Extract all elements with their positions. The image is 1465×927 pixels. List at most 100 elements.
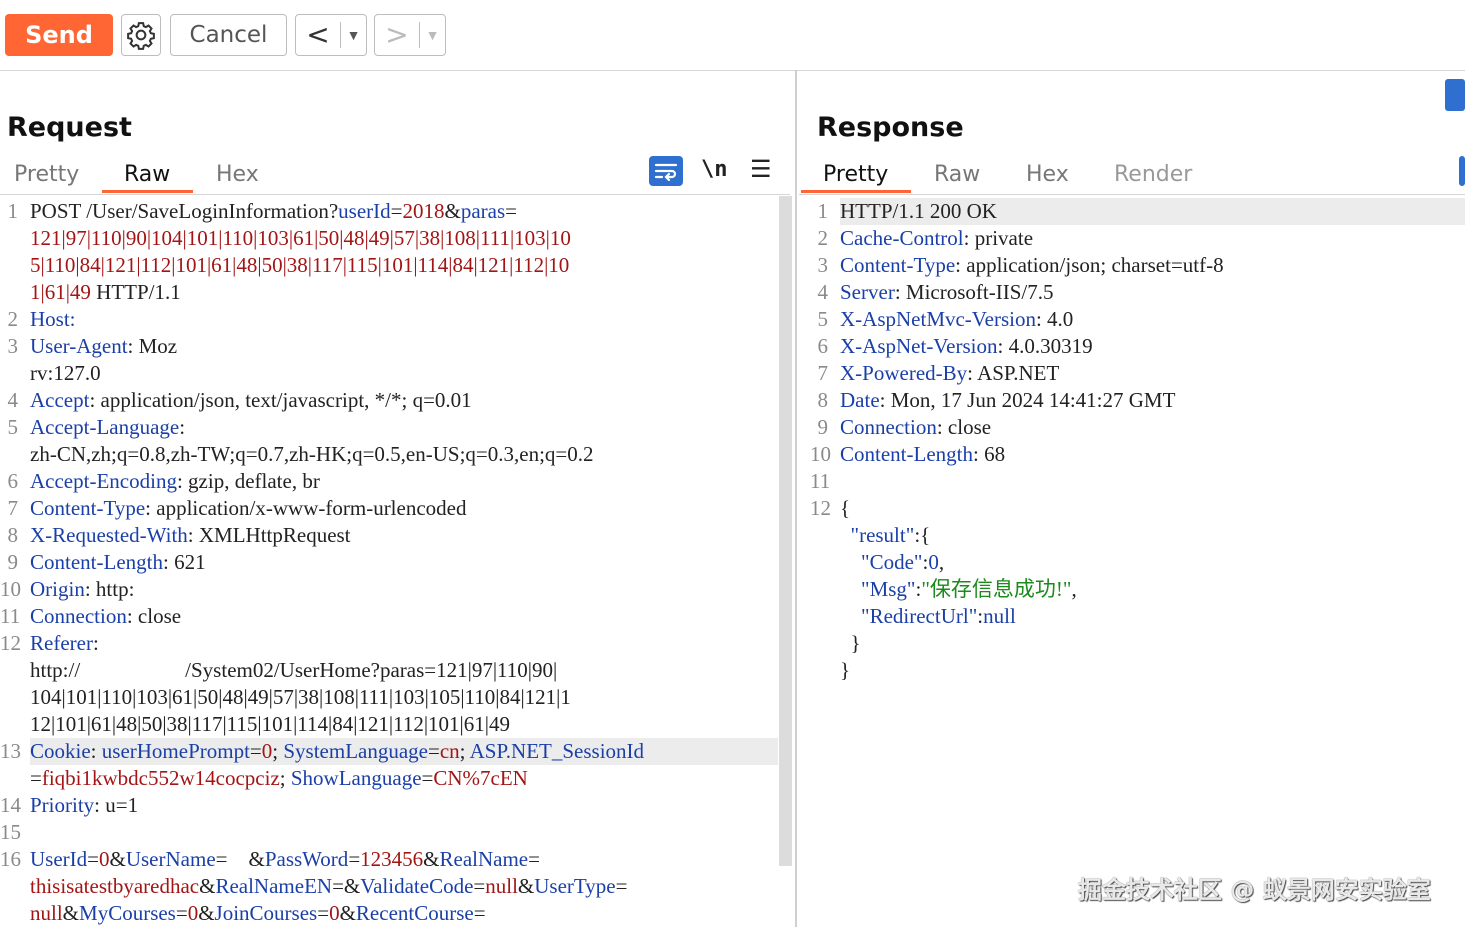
code-line[interactable]: 12|101|61|48|50|38|117|115|101|114|84|12… [30,711,510,738]
line-number: 3 [817,253,829,277]
wrap-lines-button[interactable] [649,156,683,186]
code-line[interactable]: Cache-Control: private [840,225,1033,252]
inspector-toggle-icon[interactable] [1445,79,1465,111]
chevron-left-icon[interactable]: < [296,16,340,54]
code-token: : 68 [972,442,1006,466]
line-number: 6 [817,334,829,358]
code-token: 121|97|110|90|104|101|110|103|61|50|48|4… [30,226,571,250]
send-button[interactable]: Send [5,14,113,56]
response-editor[interactable]: 1 HTTP/1.1 200 OK 2 Cache-Control: private 3… [800,198,1465,927]
back-button[interactable]: < ▼ [295,14,367,56]
code-line[interactable]: "Code":0, [840,549,944,576]
code-line[interactable]: Priority: u=1 [30,792,138,819]
code-token: POST /User/SaveLoginInformation? [30,199,339,223]
code-token: JoinCourses [214,901,318,925]
code-line[interactable]: 104|101|110|103|61|50|48|49|57|38|108|11… [30,684,571,711]
code-token: ASP.NET_SessionId [469,739,645,763]
code-line[interactable]: Server: Microsoft-IIS/7.5 [840,279,1053,306]
code-line[interactable]: X-AspNet-Version: 4.0.30319 [840,333,1093,360]
line-number: 10 [810,442,831,466]
menu-icon[interactable]: ☰ [750,155,772,184]
code-token: 0 [99,847,110,871]
code-line[interactable]: Accept: application/json, text/javascrip… [30,387,472,414]
cancel-button[interactable]: Cancel [170,14,287,56]
code-token: : close [936,415,992,439]
response-options-icon[interactable] [1459,156,1465,186]
line-number: 2 [817,226,829,250]
code-line[interactable]: null&MyCourses=0&JoinCourses=0&RecentCou… [30,900,486,927]
code-token: RecentCourse [355,901,474,925]
code-line[interactable]: Content-Type: application/json; charset=… [840,252,1224,279]
code-token: paras [460,199,506,223]
code-line[interactable]: Content-Type: application/x-www-form-url… [30,495,466,522]
line-number [0,765,18,792]
line-number: 8 [7,523,19,547]
code-line[interactable]: zh-CN,zh;q=0.8,zh-TW;q=0.7,zh-HK;q=0.5,e… [30,441,594,468]
code-token: X-Requested-With [30,523,188,547]
code-line[interactable]: Origin: http: [30,576,134,603]
code-line[interactable]: 1|61|49 HTTP/1.1 [30,279,181,306]
settings-button[interactable] [121,14,161,56]
code-line[interactable]: rv:127.0 [30,360,101,387]
code-token: : Microsoft-IIS/7.5 [894,280,1054,304]
forward-history-dropdown-icon[interactable]: ▼ [420,27,445,43]
code-line[interactable]: X-Powered-By: ASP.NET [840,360,1059,387]
code-line[interactable]: Content-Length: 68 [840,441,1005,468]
code-token: ; [459,739,470,763]
code-line[interactable]: X-AspNetMvc-Version: 4.0 [840,306,1073,333]
code-token: fiqbi1kwbdc552w14cocpciz [41,766,280,790]
code-line[interactable]: "RedirectUrl":null [840,603,1016,630]
line-number [810,549,828,576]
code-line[interactable]: "Msg":"保存信息成功!", [840,576,1077,603]
code-token: Accept [30,388,90,412]
code-token: = [390,199,403,223]
forward-button[interactable]: > ▼ [374,14,446,56]
code-line[interactable]: HTTP/1.1 200 OK [840,198,997,225]
code-line[interactable]: POST /User/SaveLoginInformation?userId=2… [30,198,517,225]
code-line[interactable]: X-Requested-With: XMLHttpRequest [30,522,351,549]
code-line[interactable]: Connection: close [30,603,181,630]
response-tab-hex[interactable]: Hex [1026,162,1069,187]
code-line[interactable]: } [840,630,861,657]
code-line[interactable]: { [840,495,850,522]
code-line[interactable]: thisisatestbyaredhac&RealNameEN=&Validat… [30,873,627,900]
code-line[interactable]: =fiqbi1kwbdc552w14cocpciz; ShowLanguage=… [30,765,528,792]
response-tab-raw[interactable]: Raw [934,162,980,187]
back-history-dropdown-icon[interactable]: ▼ [341,27,366,43]
response-tab-render[interactable]: Render [1114,162,1192,187]
request-tab-pretty[interactable]: Pretty [14,162,79,187]
code-line[interactable]: Accept-Encoding: gzip, deflate, br [30,468,320,495]
code-line[interactable]: Content-Length: 621 [30,549,206,576]
code-token: = [175,901,188,925]
code-line[interactable]: UserId=0&UserName= &PassWord=123456&Real… [30,846,540,873]
request-tab-hex[interactable]: Hex [216,162,259,187]
code-line[interactable]: Cookie: userHomePrompt=0; SystemLanguage… [30,738,644,765]
code-line[interactable]: User-Agent: Moz [30,333,177,360]
request-editor[interactable]: 1 POST /User/SaveLoginInformation?userId=… [0,198,778,927]
code-token: 0 [928,550,939,574]
line-number [810,630,828,657]
code-line[interactable]: Host: [30,306,81,333]
code-token: Content-Type [30,496,146,520]
code-line[interactable]: "result":{ [840,522,931,549]
code-line[interactable]: Accept-Language: [30,414,185,441]
chevron-right-icon[interactable]: > [375,16,419,54]
code-token: User-Agent [30,334,128,358]
code-token: & [339,901,356,925]
response-tab-pretty[interactable]: Pretty [823,162,888,187]
newline-toggle-button[interactable]: \n [701,157,728,182]
code-line[interactable]: 121|97|110|90|104|101|110|103|61|50|48|4… [30,225,571,252]
request-scrollbar[interactable] [779,196,792,866]
code-line[interactable]: Date: Mon, 17 Jun 2024 14:41:27 GMT [840,387,1175,414]
code-line[interactable]: http:// /System02/UserHome?paras=121|97|… [30,657,557,684]
code-token: X-AspNetMvc-Version [840,307,1036,331]
code-line[interactable]: 5|110|84|121|112|101|61|48|50|38|117|115… [30,252,569,279]
code-line[interactable]: Referer: [30,630,99,657]
pane-divider[interactable] [795,70,797,927]
code-line[interactable]: } [840,657,850,684]
code-line[interactable]: Connection: close [840,414,991,441]
code-token: & [199,874,216,898]
code-token: 5|110|84|121|112|101|61|48|50|38|117|115… [30,253,570,277]
request-tab-raw[interactable]: Raw [124,162,170,187]
